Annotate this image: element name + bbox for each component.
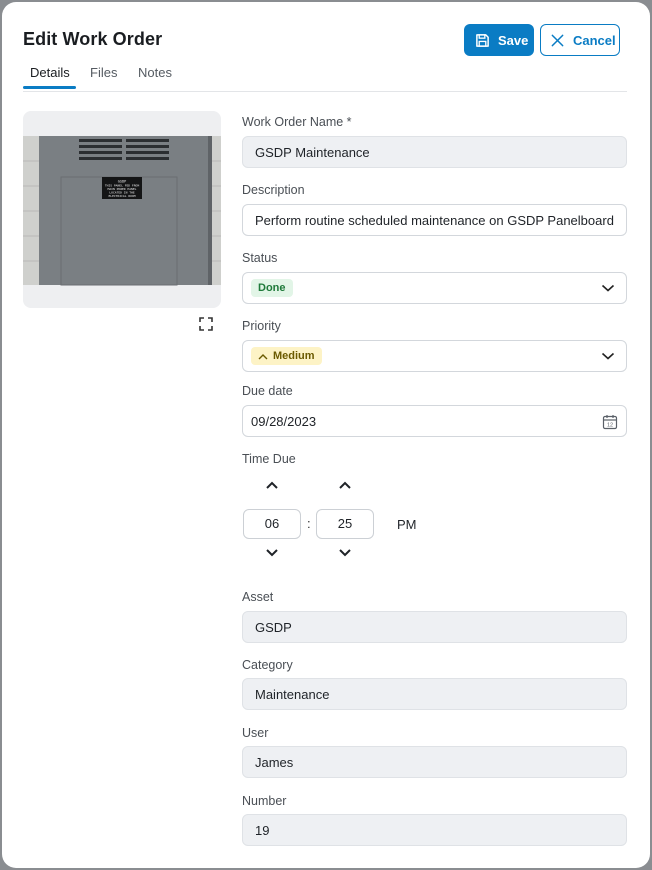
tab-details[interactable]: Details (30, 65, 70, 80)
hour-input[interactable]: 06 (243, 509, 301, 539)
save-button[interactable]: Save (464, 24, 534, 56)
calendar-icon[interactable]: 12 (602, 414, 618, 430)
tab-notes[interactable]: Notes (138, 65, 172, 80)
number-label: Number (242, 794, 287, 808)
svg-text:12: 12 (607, 423, 613, 429)
asset-label: Asset (242, 590, 274, 604)
priority-badge: Medium (251, 347, 322, 365)
status-badge: Done (251, 279, 293, 297)
status-select[interactable]: Done (242, 272, 627, 304)
expand-icon[interactable] (199, 317, 213, 331)
active-tab-indicator (23, 86, 76, 89)
am-pm-toggle[interactable]: PM (397, 517, 417, 532)
cancel-button-label: Cancel (573, 32, 616, 48)
work-order-name-label: Work Order Name * (242, 115, 352, 129)
priority-label: Priority (242, 319, 281, 333)
description-field[interactable]: Perform routine scheduled maintenance on… (242, 204, 627, 236)
category-label: Category (242, 658, 293, 672)
time-due-label: Time Due (242, 452, 296, 466)
user-field: James (242, 746, 627, 778)
due-date-value: 09/28/2023 (251, 413, 317, 429)
category-field: Maintenance (242, 678, 627, 710)
priority-badge-label: Medium (273, 350, 315, 362)
number-field: 19 (242, 814, 627, 846)
chevron-up-icon (258, 353, 268, 359)
tab-bar: Details Files Notes (23, 65, 627, 92)
cancel-button[interactable]: Cancel (540, 24, 620, 56)
edit-work-order-dialog: Edit Work Order Save Cancel Details File… (2, 2, 650, 868)
work-order-name-field: GSDP Maintenance (242, 136, 627, 168)
dialog-title: Edit Work Order (23, 29, 163, 49)
asset-photo-card: GSDP THIS PANEL FED FROM MAIN POWER PANE… (23, 111, 221, 308)
due-date-label: Due date (242, 384, 293, 398)
tab-files[interactable]: Files (90, 65, 117, 80)
hour-increment-chevron-up-icon[interactable] (264, 479, 280, 491)
user-label: User (242, 726, 269, 740)
hour-decrement-chevron-down-icon[interactable] (264, 547, 280, 559)
chevron-down-icon (601, 284, 615, 292)
floppy-disk-icon (476, 33, 489, 47)
minute-decrement-chevron-down-icon[interactable] (337, 547, 353, 559)
asset-field: GSDP (242, 611, 627, 643)
minute-input[interactable]: 25 (316, 509, 374, 539)
photo-plate-line-5: ELECTRICAL ROOM (108, 194, 135, 198)
due-date-field[interactable]: 09/28/2023 12 (242, 405, 627, 437)
save-button-label: Save (498, 32, 529, 48)
description-label: Description (242, 183, 305, 197)
minute-increment-chevron-up-icon[interactable] (337, 479, 353, 491)
asset-photo: GSDP THIS PANEL FED FROM MAIN POWER PANE… (23, 136, 221, 286)
chevron-down-icon (601, 352, 615, 360)
time-separator: : (307, 516, 311, 531)
close-icon (551, 34, 564, 46)
status-label: Status (242, 251, 278, 265)
priority-select[interactable]: Medium (242, 340, 627, 372)
